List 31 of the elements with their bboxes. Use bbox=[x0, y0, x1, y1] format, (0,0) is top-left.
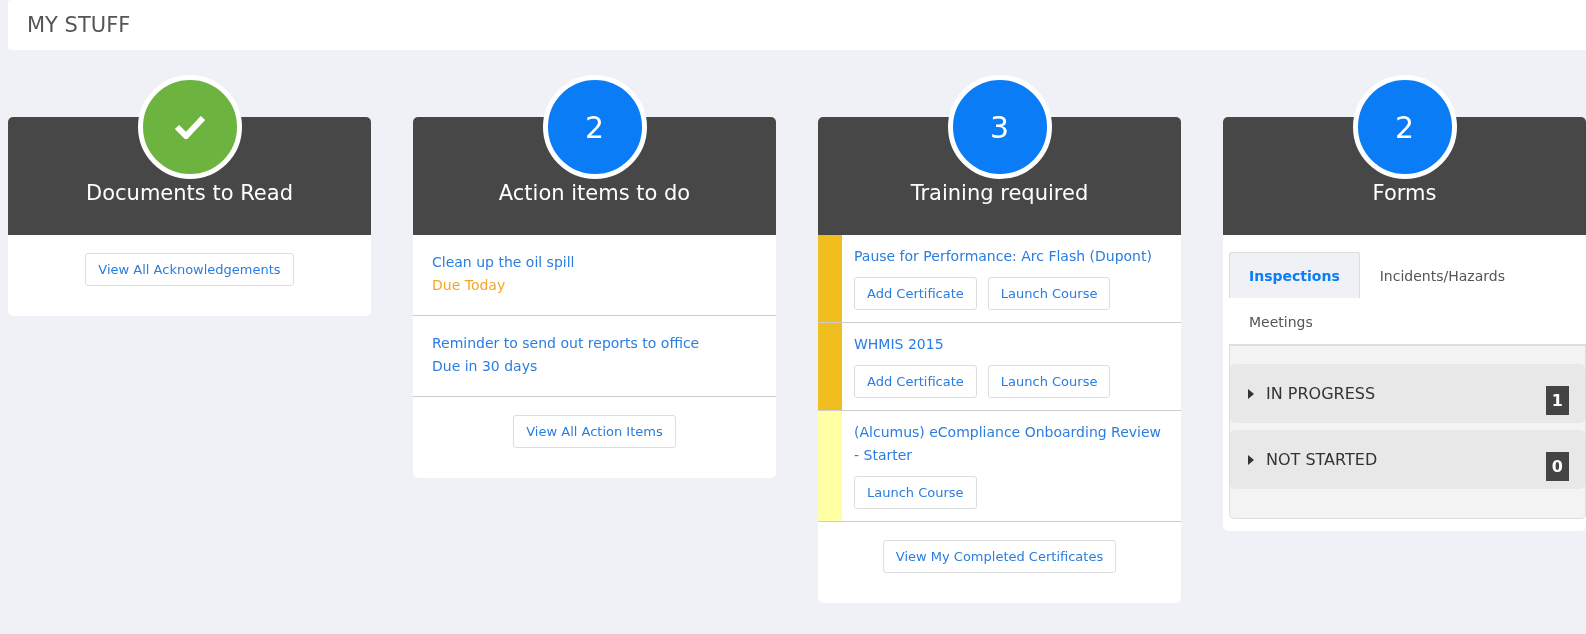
count-badge: 2 bbox=[542, 75, 647, 179]
view-all-button[interactable]: View My Completed Certificates bbox=[882, 540, 1117, 573]
group-label: NOT STARTED bbox=[1266, 450, 1379, 469]
course-link[interactable]: (Alcumus) eCompliance Onboarding Review - Starter bbox=[854, 421, 1169, 467]
status-group[interactable]: IN PROGRESS 1 bbox=[1230, 364, 1585, 423]
checkmark-icon bbox=[173, 115, 206, 139]
action-item-link[interactable]: Reminder to send out reports to office bbox=[432, 332, 757, 355]
count-badge: 1 bbox=[1545, 386, 1569, 415]
page-title: MY STUFF bbox=[27, 13, 131, 37]
course-button[interactable]: Launch Course bbox=[987, 277, 1111, 310]
card-title: Training required bbox=[910, 181, 1089, 207]
course-link[interactable]: WHMIS 2015 bbox=[854, 333, 1111, 356]
course-button[interactable]: Add Certificate bbox=[854, 365, 977, 398]
card-title: Documents to Read bbox=[86, 181, 293, 207]
group-label: IN PROGRESS bbox=[1266, 384, 1377, 403]
form-tab[interactable]: Inspections bbox=[1229, 252, 1360, 298]
count-badge: 3 bbox=[947, 75, 1052, 179]
action-item-link[interactable]: Clean up the oil spill bbox=[432, 251, 757, 274]
card-title: Action items to do bbox=[498, 181, 691, 207]
view-all-button[interactable]: View All Acknowledgements bbox=[85, 253, 294, 286]
course-link[interactable]: Pause for Performance: Arc Flash (Dupont) bbox=[854, 245, 1152, 268]
count-badge: 0 bbox=[1545, 452, 1569, 481]
course-button[interactable]: Launch Course bbox=[987, 365, 1111, 398]
count-badge: 2 bbox=[1352, 75, 1457, 179]
course-button[interactable]: Launch Course bbox=[854, 476, 977, 509]
view-all-button[interactable]: View All Action Items bbox=[513, 415, 676, 448]
due-date: Due in 30 days bbox=[432, 357, 539, 376]
status-group[interactable]: NOT STARTED 0 bbox=[1230, 430, 1585, 489]
course-button[interactable]: Add Certificate bbox=[854, 277, 977, 310]
due-date: Due Today bbox=[432, 276, 507, 295]
card-title: Forms bbox=[1372, 181, 1437, 207]
